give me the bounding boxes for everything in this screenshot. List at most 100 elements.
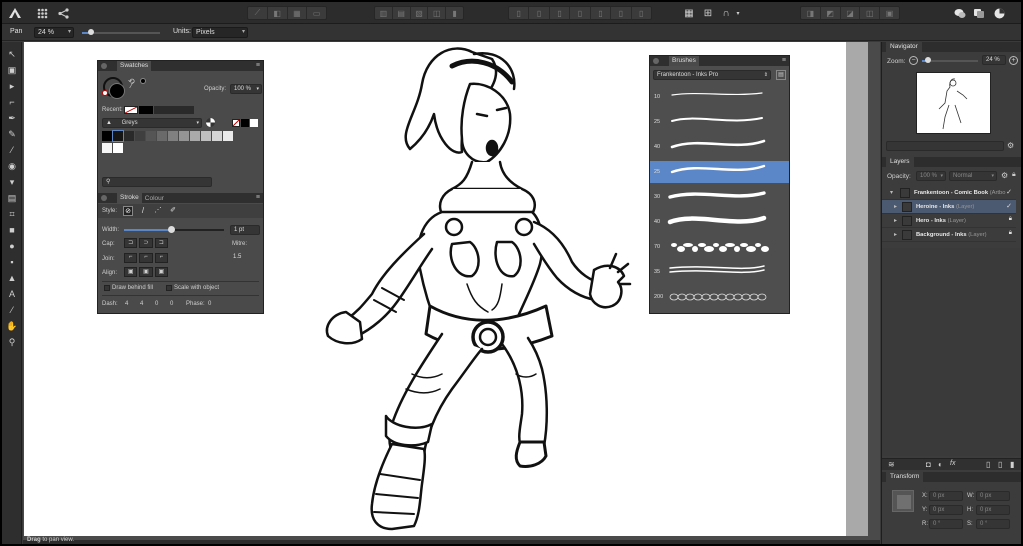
tool-btn-icon[interactable]: ◧ bbox=[268, 7, 288, 19]
node-tool-icon[interactable]: ▸ bbox=[5, 80, 19, 92]
pen-tool-icon[interactable]: ✒ bbox=[5, 112, 19, 124]
opacity-field[interactable]: 100 % ▾ bbox=[230, 84, 262, 94]
scale-with-object-checkbox[interactable] bbox=[166, 285, 172, 291]
panel-menu-icon[interactable]: ≡ bbox=[256, 62, 260, 69]
lock-icon[interactable]: 🔒︎ bbox=[1009, 230, 1012, 237]
expand-down-icon[interactable]: ▾ bbox=[890, 189, 893, 196]
tool-btn-icon[interactable]: ▦ bbox=[288, 7, 308, 19]
visibility-check-icon[interactable]: ✓ bbox=[1006, 188, 1012, 196]
brush-item[interactable]: 35 bbox=[650, 261, 789, 283]
corner-tool-icon[interactable]: ⌐ bbox=[5, 96, 19, 108]
layer-item[interactable]: ▸ Hero - Inks (Layer) 🔒︎ bbox=[882, 214, 1016, 228]
width-slider-handle[interactable] bbox=[168, 226, 175, 233]
zoom-dropdown[interactable]: 24 % ▾ bbox=[34, 27, 74, 38]
swatch-item[interactable] bbox=[179, 131, 189, 141]
mitre-field[interactable]: 1.5 bbox=[230, 253, 260, 263]
style-dash-icon[interactable]: ⋰ bbox=[153, 206, 163, 216]
brush-tool-icon[interactable]: ⁄ bbox=[5, 144, 19, 156]
cap-round-icon[interactable]: ⊃ bbox=[139, 238, 153, 248]
dash-field-3[interactable]: 0 bbox=[155, 301, 158, 307]
layers-empty-area[interactable] bbox=[882, 248, 1021, 456]
zoom-slider[interactable] bbox=[82, 29, 160, 35]
navigator-preview[interactable] bbox=[916, 72, 991, 134]
y-field[interactable]: 0 px bbox=[929, 505, 963, 515]
swatch-item[interactable] bbox=[102, 131, 112, 141]
eyedropper-tool-icon[interactable]: ⁄ bbox=[5, 304, 19, 316]
width-slider[interactable] bbox=[124, 226, 224, 233]
swatch-search-input[interactable]: ⚲ bbox=[102, 177, 212, 187]
layer-item[interactable]: ▸ Heroine - Inks (Layer) ✓ bbox=[882, 200, 1016, 214]
tab-stroke[interactable]: Stroke bbox=[117, 193, 142, 203]
layer-artboard[interactable]: ▾ Frankentoon - Comic Book (Artbo ✓ bbox=[882, 186, 1016, 200]
cap-butt-icon[interactable]: ⊐ bbox=[124, 238, 138, 248]
anchor-selector[interactable] bbox=[892, 490, 914, 512]
brush-category-dropdown[interactable]: Frankentoon - Inks Pro ⇕ bbox=[653, 70, 771, 80]
align-btn-icon[interactable]: ▯ bbox=[591, 7, 612, 19]
tool-btn-icon[interactable]: ▤ bbox=[393, 7, 411, 19]
cap-square-icon[interactable]: ⊐ bbox=[154, 238, 168, 248]
arrange-btn-icon[interactable]: ▣ bbox=[880, 7, 899, 19]
brush-item[interactable]: 30 bbox=[650, 186, 789, 208]
move-tool-icon[interactable]: ↖ bbox=[5, 48, 19, 60]
chat-icon[interactable] bbox=[953, 5, 967, 21]
align-btn-icon[interactable]: ▯ bbox=[529, 7, 550, 19]
swatch-item[interactable] bbox=[223, 131, 233, 141]
mask-layer-icon[interactable]: ◘ bbox=[926, 460, 931, 469]
navigator-view-dropdown[interactable] bbox=[886, 141, 1004, 151]
colour-picker-icon[interactable] bbox=[206, 118, 215, 127]
group-layer-icon[interactable]: ▯ bbox=[998, 460, 1002, 469]
rounded-rect-tool-icon[interactable]: ▪ bbox=[5, 256, 19, 268]
layer-stack-icon[interactable]: ≋ bbox=[888, 460, 895, 469]
phase-field[interactable]: 0 bbox=[208, 301, 211, 307]
align-btn-icon[interactable]: ▯ bbox=[550, 7, 571, 19]
swatch-item[interactable] bbox=[146, 131, 156, 141]
close-panel-icon[interactable] bbox=[653, 58, 659, 64]
tool-btn-icon[interactable]: ▧ bbox=[411, 7, 429, 19]
style-brush-icon[interactable]: ✐ bbox=[168, 206, 178, 216]
fx-icon[interactable]: fx bbox=[950, 460, 955, 467]
add-layer-icon[interactable]: ▯ bbox=[986, 460, 990, 469]
brush-item[interactable]: 200 bbox=[650, 286, 789, 308]
colour-wheel-icon[interactable] bbox=[992, 5, 1006, 21]
palette-dropdown[interactable]: ▲ Greys ▾ bbox=[102, 118, 202, 128]
swatch-item[interactable] bbox=[190, 131, 200, 141]
zoom-slider-handle[interactable] bbox=[88, 29, 94, 35]
tab-navigator[interactable]: Navigator bbox=[886, 42, 922, 52]
triangle-tool-icon[interactable]: ▲ bbox=[5, 272, 19, 284]
rectangle-tool-icon[interactable]: ■ bbox=[5, 224, 19, 236]
r-field[interactable]: 0 ° bbox=[929, 519, 963, 529]
visibility-check-icon[interactable]: ✓ bbox=[1006, 202, 1012, 210]
zoom-in-icon[interactable]: + bbox=[1009, 56, 1018, 65]
align-outside-icon[interactable]: ▣ bbox=[154, 267, 168, 277]
s-field[interactable]: 0 ° bbox=[976, 519, 1010, 529]
swatch-item[interactable] bbox=[113, 143, 123, 153]
join-miter-icon[interactable]: ⌐ bbox=[124, 253, 138, 263]
units-dropdown[interactable]: Pixels ▾ bbox=[192, 27, 248, 38]
snap-grid-icon[interactable]: ▦ bbox=[682, 5, 696, 21]
crop-tool-icon[interactable]: ⌗ bbox=[5, 208, 19, 220]
expand-right-icon[interactable]: ▸ bbox=[894, 231, 897, 238]
brush-item[interactable]: 70 bbox=[650, 236, 789, 258]
app-logo-icon[interactable] bbox=[8, 5, 22, 21]
swatch-item[interactable] bbox=[124, 131, 134, 141]
align-btn-icon[interactable]: ▯ bbox=[570, 7, 591, 19]
tab-layers[interactable]: Layers bbox=[886, 157, 914, 167]
delete-layer-icon[interactable]: ▮ bbox=[1010, 460, 1014, 469]
mask-icon[interactable] bbox=[972, 5, 986, 21]
close-panel-icon[interactable] bbox=[101, 195, 107, 201]
style-solid-icon[interactable]: / bbox=[138, 206, 148, 216]
align-inside-icon[interactable]: ▣ bbox=[124, 267, 138, 277]
adjustment-icon[interactable]: ◐ bbox=[938, 460, 943, 469]
swatch-item[interactable] bbox=[212, 131, 222, 141]
gear-icon[interactable]: ⚙ bbox=[1007, 141, 1014, 150]
dash-field-2[interactable]: 4 bbox=[140, 301, 143, 307]
pencil-tool-icon[interactable]: ✎ bbox=[5, 128, 19, 140]
close-panel-icon[interactable] bbox=[101, 63, 107, 69]
artboard-tool-icon[interactable]: ▣ bbox=[5, 64, 19, 76]
swatch-item[interactable] bbox=[201, 131, 211, 141]
eyedropper-icon[interactable]: ⁄ bbox=[131, 81, 132, 90]
swatch-item[interactable] bbox=[135, 131, 145, 141]
tool-btn-icon[interactable]: ▭ bbox=[307, 7, 326, 19]
place-image-icon[interactable]: ▤ bbox=[5, 192, 19, 204]
magnet-icon[interactable]: ∩ bbox=[719, 5, 733, 21]
